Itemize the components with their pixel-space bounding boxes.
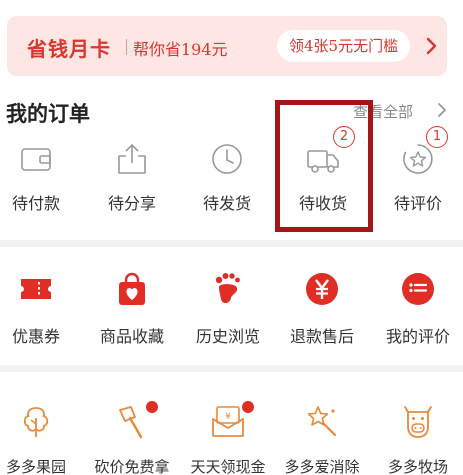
star-wand-icon [307,406,337,437]
order-pending-shipment[interactable]: 待发货 [182,138,272,218]
match-game-label: 多多爱消除 [284,458,360,475]
favorites-entry[interactable]: 商品收藏 [82,271,182,351]
coupons-label: 优惠券 [11,327,60,346]
bargain-free-label: 砍价免费拿 [94,458,170,475]
chevron-right-icon[interactable] [423,32,441,60]
savings-card-title: 省钱月卡 [27,37,111,61]
daily-cash-notification-dot [242,401,254,413]
bargain-notification-dot [146,401,158,413]
share-icon [118,144,146,174]
order-pending-review-label: 待评价 [393,194,442,213]
order-pending-payment-label: 待付款 [11,194,60,213]
match-game-entry[interactable]: 多多爱消除 [272,404,372,475]
orchard-game-label: 多多果园 [5,458,66,475]
order-pending-payment[interactable]: 待付款 [0,138,81,218]
promo-divider [126,39,127,55]
bargain-free-entry[interactable]: 砍价免费拿 [82,401,182,475]
browse-history-label: 历史浏览 [195,327,260,346]
axe-icon [119,406,143,439]
wallet-icon [21,148,51,171]
daily-cash-entry[interactable]: ¥ 天天领现金 [178,401,278,475]
order-pending-share[interactable]: 待分享 [87,138,177,218]
refund-aftersales-label: 退款售后 [289,327,354,346]
order-pending-receipt[interactable]: 2 待收货 [278,126,368,218]
refund-aftersales-entry[interactable]: 退款售后 [272,271,372,351]
order-pending-receipt-label: 待收货 [298,194,347,213]
pending-review-count-badge: 1 [426,126,448,148]
my-orders-section: 我的订单 查看全部 待付款 待分享 待发货 2 待收货 1 待评价 [0,80,463,240]
order-pending-review[interactable]: 1 待评价 [373,126,463,218]
order-pending-share-label: 待分享 [107,194,156,213]
footprint-icon [215,273,240,304]
clock-icon [212,144,242,174]
my-reviews-label: 我的评价 [385,327,450,346]
services-section: 优惠券 商品收藏 历史浏览 退款售后 我的评价 [0,247,463,365]
svg-text:¥: ¥ [225,412,231,422]
pending-receipt-count-badge: 2 [333,126,355,148]
view-all-orders-link[interactable]: 查看全部 [353,101,413,122]
coupon-claim-button[interactable]: 领4张5元无门槛 [277,30,411,62]
cow-icon [404,406,432,438]
savings-card-subtitle: 帮你省194元 [133,40,228,59]
chevron-right-icon[interactable] [436,100,448,120]
browse-history-entry[interactable]: 历史浏览 [178,271,278,351]
coupon-icon [21,279,51,299]
my-reviews-entry[interactable]: 我的评价 [368,271,463,351]
coupons-entry[interactable]: 优惠券 [0,271,86,351]
ranch-game-entry[interactable]: 多多牧场 [368,404,463,475]
order-pending-shipment-label: 待发货 [202,194,251,213]
favorite-bag-icon [119,272,145,305]
my-orders-title: 我的订单 [6,101,90,126]
favorites-label: 商品收藏 [99,327,164,346]
truck-icon [307,150,339,173]
daily-cash-label: 天天领现金 [190,458,266,475]
savings-card-banner[interactable]: 省钱月卡 帮你省194元 领4张5元无门槛 [7,16,447,76]
ranch-game-label: 多多牧场 [387,458,448,475]
tree-icon [23,407,49,437]
promo-section: 省钱月卡 帮你省194元 领4张5元无门槛 [0,0,463,80]
games-section: 多多果园 砍价免费拿 ¥ 天天领现金 多多爱消除 多多牧场 [0,372,463,475]
refund-yen-icon [306,273,338,305]
my-review-icon [402,273,434,305]
orchard-game-entry[interactable]: 多多果园 [0,404,86,475]
cash-envelope-icon: ¥ [212,406,244,437]
review-star-icon [403,144,433,174]
